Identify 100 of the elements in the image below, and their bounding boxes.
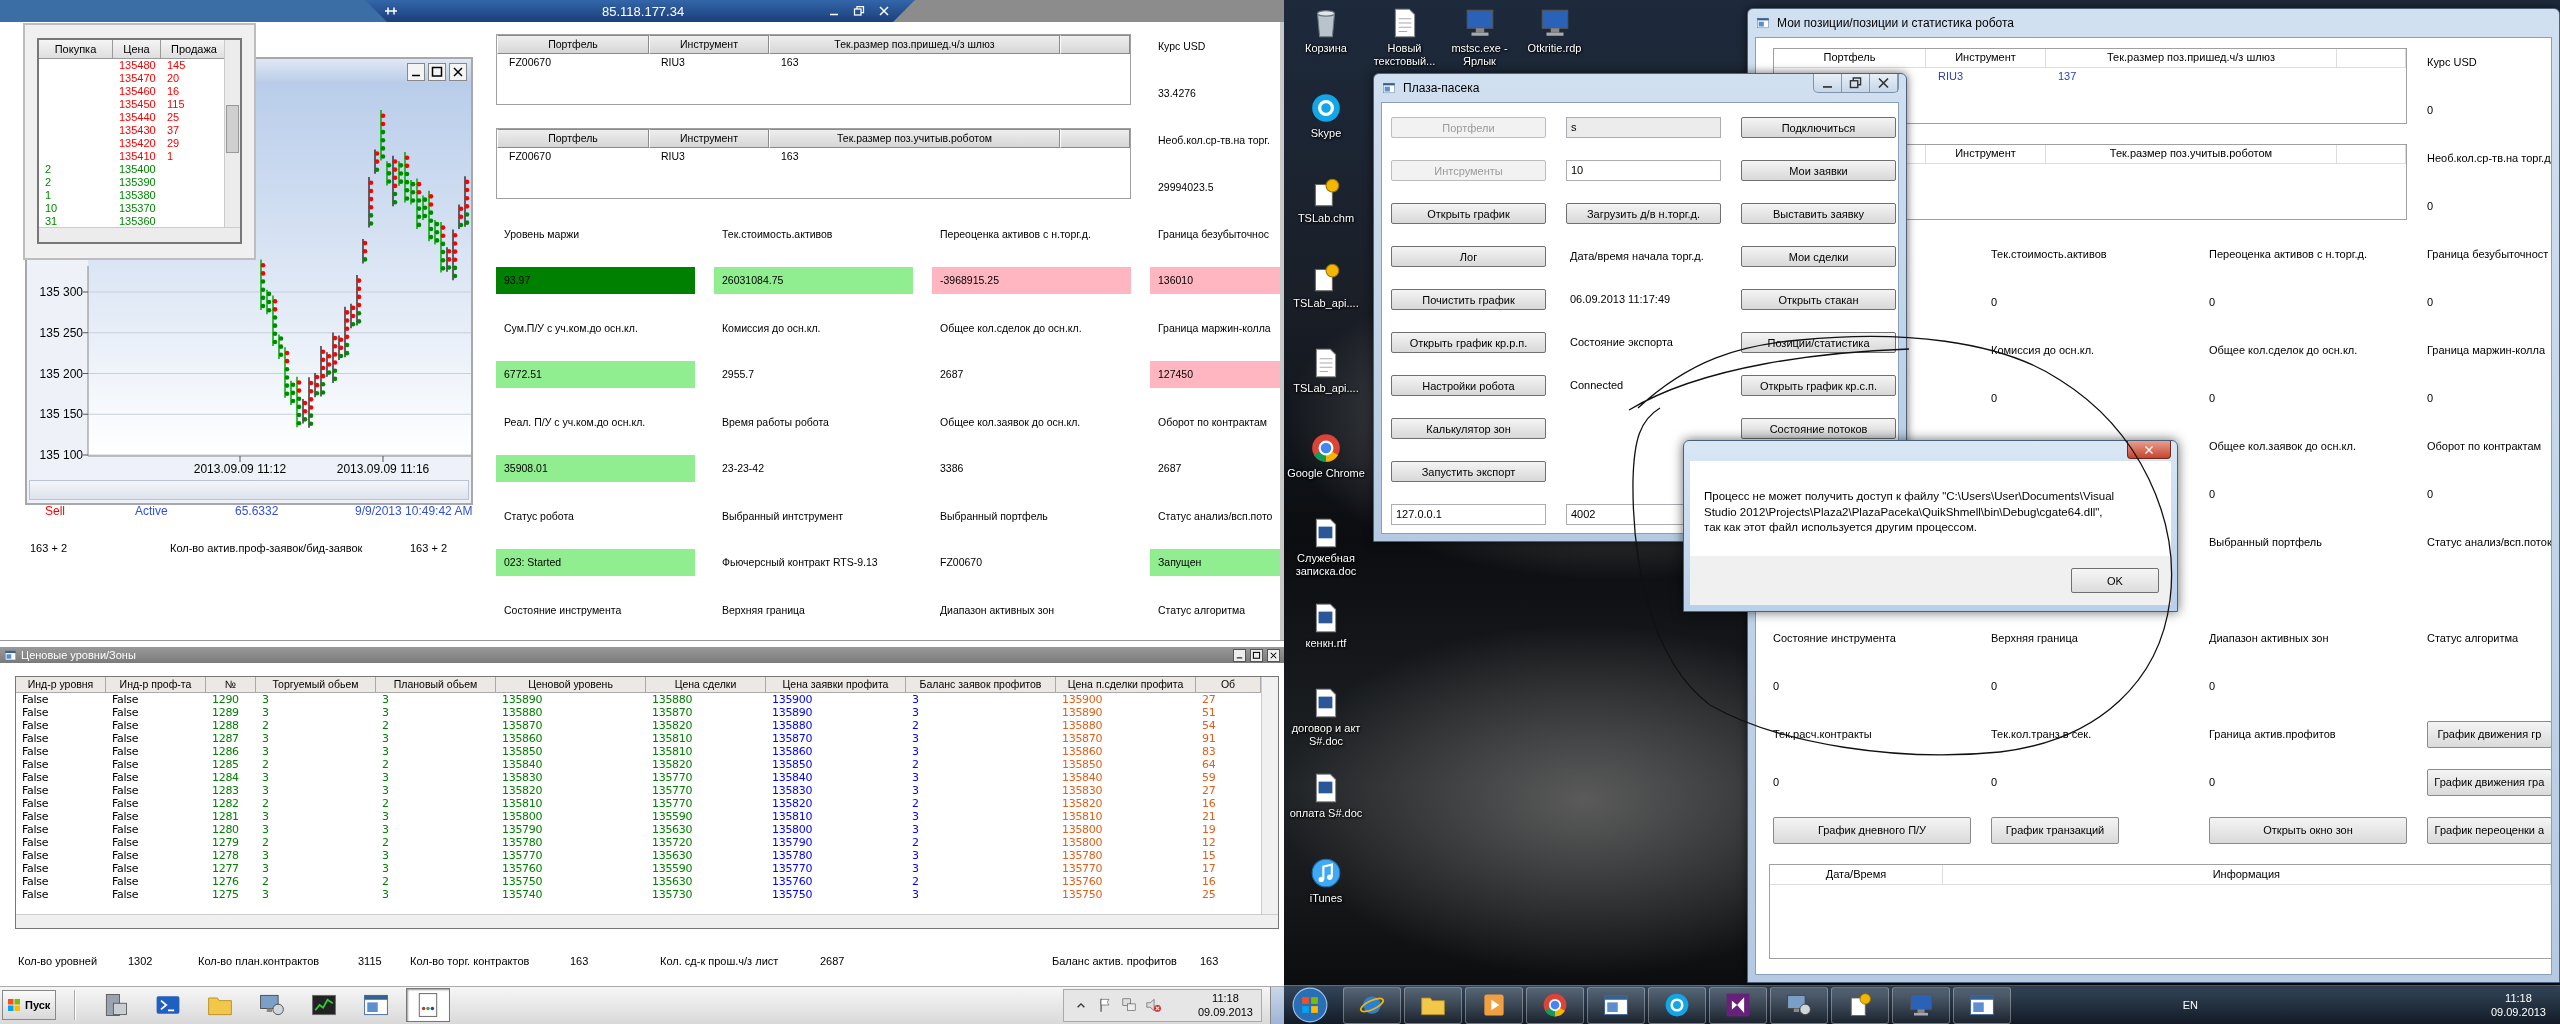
column-header[interactable]: Об — [1196, 677, 1261, 693]
close-icon[interactable] — [1267, 648, 1280, 662]
column-header[interactable]: Цена — [113, 40, 161, 59]
action-button[interactable]: Почистить график — [1391, 289, 1546, 310]
action-button[interactable]: Мои заявки — [1741, 160, 1896, 181]
desktop-icon-label[interactable]: оплата S#.doc — [1285, 807, 1367, 820]
action-button[interactable]: Позиции/статистика — [1741, 332, 1896, 353]
table-cell-text: 3 — [261, 823, 270, 836]
desktop-icon-label[interactable]: TSLab.chm — [1285, 212, 1367, 225]
desktop-icon-label[interactable]: Служебная записка.doc — [1285, 552, 1367, 578]
desktop-icon-label[interactable]: TSLab_api.... — [1285, 382, 1367, 395]
column-header[interactable]: Инструмент — [1926, 145, 2046, 164]
desktop-icon-label[interactable]: Google Chrome — [1285, 467, 1367, 480]
column-header[interactable]: Цена заявки профита — [766, 677, 906, 693]
column-header[interactable]: Цена сделки — [646, 677, 766, 693]
action-button[interactable]: Лог — [1391, 246, 1546, 267]
column-header[interactable]: Дата/Время — [1770, 865, 1943, 884]
table-cell-text: 2 — [911, 836, 920, 849]
desktop-icon-label[interactable]: mstsc.exe - Ярлык — [1442, 42, 1517, 68]
desktop-icon-label[interactable]: Skype — [1285, 127, 1367, 140]
action-button[interactable]: Запустить экспорт — [1391, 461, 1546, 482]
action-button[interactable]: График движения гра — [2427, 768, 2551, 796]
network-icon[interactable] — [1119, 996, 1138, 1014]
column-header[interactable]: Продажа — [161, 40, 224, 59]
desktop-icon-label[interactable]: кенкн.rtf — [1285, 637, 1367, 650]
horizontal-scrollbar[interactable] — [39, 227, 240, 242]
action-button[interactable]: Выставить заявку — [1741, 203, 1896, 224]
desktop-icon-label[interactable]: iTunes — [1285, 892, 1367, 905]
action-button[interactable]: Загрузить д/в н.торг.д. — [1566, 203, 1721, 224]
column-header[interactable]: Инд-р проф-та — [106, 677, 206, 693]
column-header[interactable]: Инструмент — [649, 128, 769, 148]
action-button[interactable]: Открыть окно зон — [2209, 816, 2407, 844]
close-icon[interactable] — [449, 62, 467, 81]
desktop-icon-label[interactable]: договор и акт S#.doc — [1285, 722, 1367, 748]
minimize-icon[interactable] — [1233, 648, 1246, 662]
column-header[interactable]: Ценовой уровень — [496, 677, 646, 693]
music-note-icon[interactable] — [1309, 856, 1343, 890]
column-header[interactable]: Плановый обьем — [376, 677, 496, 693]
column-header[interactable]: Тек.размер поз.учитыв.роботом — [769, 128, 1060, 148]
column-header[interactable]: Покупка — [39, 40, 113, 59]
action-button[interactable]: Открыть график кр.р.п. — [1391, 332, 1546, 353]
action-button[interactable]: График переоценки а — [2427, 816, 2551, 844]
action-button[interactable]: Подключиться — [1741, 117, 1896, 138]
column-header[interactable]: Информация — [1943, 865, 2551, 884]
vertical-scrollbar[interactable] — [1261, 677, 1278, 914]
action-button[interactable]: Открыть график — [1391, 203, 1546, 224]
maximize-icon[interactable] — [1250, 648, 1263, 662]
stat-value: 2687 — [1157, 461, 1183, 476]
action-button[interactable]: Настройки робота — [1391, 375, 1546, 396]
action-button[interactable]: Открыть график кр.с.п. — [1741, 375, 1896, 396]
table-cell-text: 2 — [911, 875, 920, 888]
table-cell-text: 2 — [911, 758, 920, 771]
table-cell-text: 2 — [911, 797, 920, 810]
minimize-icon[interactable] — [407, 62, 425, 81]
column-header[interactable]: Тек.размер поз.пришед.ч/з шлюз — [2046, 49, 2337, 68]
horizontal-scrollbar[interactable] — [29, 480, 469, 500]
muted-speaker-icon[interactable] — [1143, 996, 1162, 1014]
column-header[interactable]: Инд-р уровня — [16, 677, 106, 693]
start-button[interactable]: Пуск — [2, 990, 56, 1020]
table-cell-text: 135780 — [771, 849, 814, 862]
desktop-icon-label[interactable]: Корзина — [1285, 42, 1367, 55]
column-header[interactable]: Инструмент — [649, 34, 769, 54]
column-header[interactable]: Инструмент — [1926, 49, 2046, 68]
action-button[interactable]: График дневного П/У — [1773, 816, 1971, 844]
close-button[interactable] — [2127, 441, 2171, 459]
input-field[interactable]: 10 — [1566, 160, 1721, 181]
action-button[interactable]: Мои сделки — [1741, 246, 1896, 267]
action-button[interactable]: График транзакций — [1991, 816, 2119, 844]
stat-value: 2687 — [820, 955, 846, 967]
table-cell-text: 135880 — [501, 706, 544, 719]
desktop-icon-label[interactable]: TSLab_api.... — [1285, 297, 1367, 310]
column-header[interactable]: Баланс заявок профитов — [906, 677, 1056, 693]
clock-time: 11:18 — [1212, 991, 1239, 1005]
column-header[interactable]: № — [206, 677, 256, 693]
table-cell-text: False — [21, 823, 50, 836]
action-button[interactable]: Открыть стакан — [1741, 289, 1896, 310]
desktop-icon-label[interactable]: Новый текстовый... — [1367, 42, 1442, 68]
action-button[interactable]: Калькулятор зон — [1391, 418, 1546, 439]
ok-button[interactable]: OK — [2071, 568, 2159, 593]
column-header[interactable]: Тек.размер поз.пришед.ч/з шлюз — [769, 34, 1060, 54]
action-button[interactable]: График движения гр — [2427, 720, 2551, 748]
start-orb-icon[interactable] — [1292, 987, 1328, 1023]
column-header[interactable]: Портфель — [1774, 49, 1926, 68]
table-cell-text: False — [21, 810, 50, 823]
input-field[interactable]: 127.0.0.1 — [1391, 504, 1546, 525]
table-cell-text: 135720 — [651, 836, 694, 849]
column-header[interactable]: Торгуемый обьем — [256, 677, 376, 693]
column-header[interactable]: Цена п.сделки профита — [1056, 677, 1196, 693]
round-logo-icon[interactable] — [1309, 91, 1343, 125]
desktop-icon-label[interactable]: Otkritie.rdp — [1517, 42, 1592, 55]
maximize-icon[interactable] — [428, 62, 446, 81]
column-header[interactable]: Портфель — [497, 34, 649, 54]
column-header[interactable]: Портфель — [497, 128, 649, 148]
action-button[interactable]: Состояние потоков — [1741, 418, 1896, 439]
ring-logo-icon[interactable] — [1309, 431, 1343, 465]
language-indicator[interactable]: EN — [2182, 999, 2198, 1011]
vertical-scrollbar[interactable] — [224, 40, 240, 227]
horizontal-scrollbar[interactable] — [16, 914, 1278, 928]
column-header[interactable]: Тек.размер поз.учитыв.роботом — [2046, 145, 2337, 164]
table-cell-text: 3 — [381, 732, 390, 745]
